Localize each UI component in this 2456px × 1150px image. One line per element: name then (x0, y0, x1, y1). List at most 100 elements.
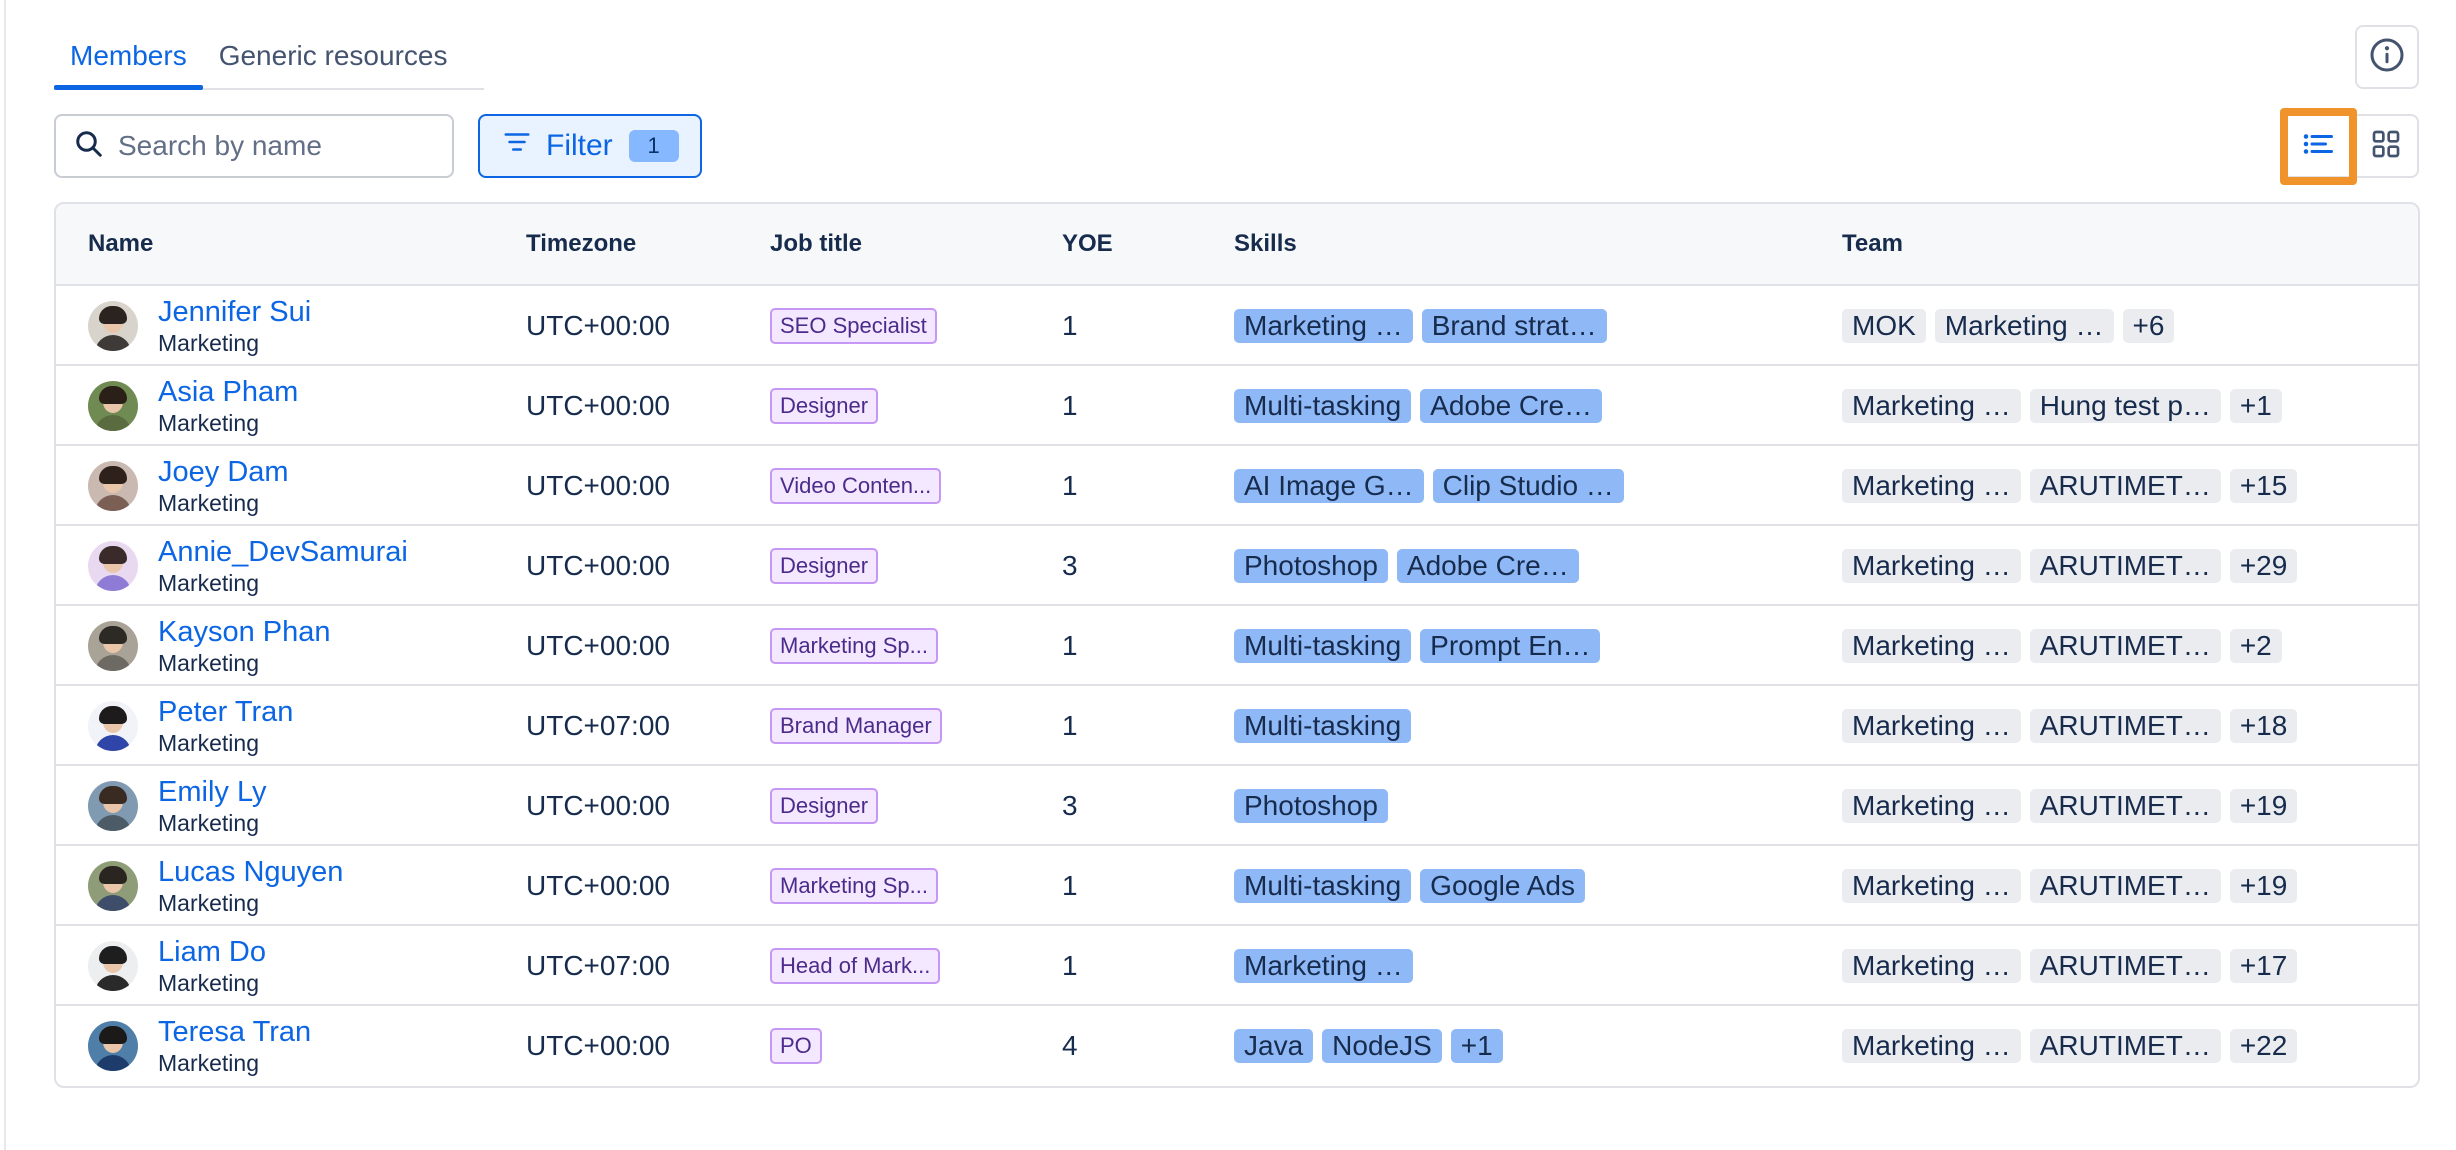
skill-tag[interactable]: Google Ads (1420, 869, 1585, 903)
header-timezone[interactable]: Timezone (526, 204, 636, 284)
team-tag[interactable]: Marketing … (1842, 1029, 2021, 1063)
team-tag[interactable]: Marketing … (1842, 629, 2021, 663)
info-button[interactable] (2355, 25, 2419, 89)
avatar[interactable] (88, 461, 138, 511)
grid-view-button[interactable] (2352, 116, 2420, 176)
table-row[interactable]: Joey Dam Marketing UTC+00:00 Video Conten..… (56, 446, 2418, 526)
job-title-tag: Head of Mark... (770, 948, 941, 984)
member-name-link[interactable]: Peter Tran (158, 695, 293, 729)
team-tag[interactable]: ARUTIMET… (2029, 1029, 2221, 1063)
member-department: Marketing (158, 810, 259, 836)
team-tag[interactable]: Marketing … (1842, 869, 2021, 903)
team-tag[interactable]: Marketing … (1842, 469, 2021, 503)
search-box[interactable] (54, 114, 454, 178)
panel-divider (4, 0, 6, 1150)
table-row[interactable]: Teresa Tran Marketing UTC+00:00 PO 4 Java Node… (56, 1006, 2418, 1086)
team-tag[interactable]: +29 (2229, 549, 2298, 583)
avatar[interactable] (88, 1021, 138, 1071)
member-name-link[interactable]: Jennifer Sui (158, 295, 311, 329)
table-row[interactable]: Liam Do Marketing UTC+07:00 Head of Mark...… (56, 926, 2418, 1006)
team-tag[interactable]: +19 (2229, 789, 2298, 823)
team-tag[interactable]: +1 (2229, 389, 2282, 423)
name-stack: Liam Do Marketing (158, 935, 266, 997)
skill-tag[interactable]: Java (1234, 1029, 1314, 1063)
team-tag[interactable]: ARUTIMET… (2029, 629, 2221, 663)
member-name-link[interactable]: Joey Dam (158, 455, 289, 489)
team-tag[interactable]: +17 (2229, 949, 2298, 983)
team-tag[interactable]: Marketing … (1842, 709, 2021, 743)
team-tag[interactable]: +15 (2229, 469, 2298, 503)
team-tag[interactable]: ARUTIMET… (2029, 789, 2221, 823)
team-tag[interactable]: Marketing … (1842, 389, 2021, 423)
avatar[interactable] (88, 301, 138, 351)
avatar[interactable] (88, 941, 138, 991)
table-row[interactable]: Asia Pham Marketing UTC+00:00 Designer 1 Mult… (56, 366, 2418, 446)
avatar[interactable] (88, 541, 138, 591)
table-row[interactable]: Emily Ly Marketing UTC+00:00 Designer 3 Photo… (56, 766, 2418, 846)
skill-tag[interactable]: Multi-tasking (1234, 629, 1412, 663)
team-tag[interactable]: Hung test p… (2029, 389, 2221, 423)
header-job-title[interactable]: Job title (770, 204, 862, 284)
team-tag[interactable]: ARUTIMET… (2029, 949, 2221, 983)
skill-tag[interactable]: Multi-tasking (1234, 389, 1412, 423)
skill-tag[interactable]: +1 (1450, 1029, 1503, 1063)
member-name-link[interactable]: Teresa Tran (158, 1015, 311, 1049)
team-tag[interactable]: +22 (2229, 1029, 2298, 1063)
team-tag[interactable]: ARUTIMET… (2029, 549, 2221, 583)
job-title-tag: Video Conten... (770, 468, 942, 504)
skill-tag[interactable]: Multi-tasking (1234, 709, 1412, 743)
header-skills[interactable]: Skills (1234, 204, 1297, 284)
team-tag[interactable]: Marketing … (1842, 549, 2021, 583)
member-name-link[interactable]: Lucas Nguyen (158, 855, 343, 889)
avatar[interactable] (88, 861, 138, 911)
skill-tag[interactable]: Clip Studio … (1432, 469, 1624, 503)
team-tag[interactable]: Marketing … (1842, 949, 2021, 983)
skill-tag[interactable]: AI Image G… (1234, 469, 1424, 503)
skill-tag[interactable]: Photoshop (1234, 549, 1388, 583)
member-name-link[interactable]: Annie_DevSamurai (158, 535, 408, 569)
member-name-link[interactable]: Emily Ly (158, 775, 267, 809)
skill-tag[interactable]: Photoshop (1234, 789, 1388, 823)
skill-tag[interactable]: NodeJS (1322, 1029, 1442, 1063)
avatar[interactable] (88, 621, 138, 671)
name-cell: Teresa Tran Marketing (88, 1006, 311, 1086)
filter-button[interactable]: Filter 1 (478, 114, 702, 178)
table-row[interactable]: Peter Tran Marketing UTC+07:00 Brand Manage… (56, 686, 2418, 766)
table-row[interactable]: Lucas Nguyen Marketing UTC+00:00 Marketing … (56, 846, 2418, 926)
team-tag[interactable]: ARUTIMET… (2029, 869, 2221, 903)
skill-tag[interactable]: Marketing … (1234, 949, 1413, 983)
list-view-button[interactable] (2284, 116, 2352, 176)
skill-tag[interactable]: Adobe Cre… (1420, 389, 1603, 423)
skill-tag[interactable]: Adobe Cre… (1396, 549, 1579, 583)
table-row[interactable]: Kayson Phan Marketing UTC+00:00 Marketing S… (56, 606, 2418, 686)
member-name-link[interactable]: Asia Pham (158, 375, 298, 409)
header-yoe[interactable]: YOE (1062, 204, 1113, 284)
member-department: Marketing (158, 650, 259, 676)
skill-tag[interactable]: Marketing … (1234, 309, 1413, 343)
avatar[interactable] (88, 381, 138, 431)
team-tag[interactable]: ARUTIMET… (2029, 469, 2221, 503)
member-name-link[interactable]: Kayson Phan (158, 615, 331, 649)
member-name-link[interactable]: Liam Do (158, 935, 266, 969)
team-tag[interactable]: ARUTIMET… (2029, 709, 2221, 743)
avatar[interactable] (88, 701, 138, 751)
team-tag[interactable]: +2 (2229, 629, 2282, 663)
team-tag[interactable]: Marketing … (1934, 309, 2114, 343)
avatar[interactable] (88, 781, 138, 831)
header-name[interactable]: Name (88, 204, 153, 284)
tab-members[interactable]: Members (54, 28, 203, 90)
skill-tag[interactable]: Prompt En… (1420, 629, 1601, 663)
team-tag[interactable]: +18 (2229, 709, 2298, 743)
search-input[interactable] (118, 130, 438, 162)
team-tag[interactable]: +6 (2122, 309, 2175, 343)
tab-generic-resources[interactable]: Generic resources (203, 28, 464, 88)
skill-tag[interactable]: Brand strat… (1421, 309, 1607, 343)
team-tag[interactable]: MOK (1842, 309, 1926, 343)
table-row[interactable]: Jennifer Sui Marketing UTC+00:00 SEO Specia… (56, 286, 2418, 366)
team-tag[interactable]: +19 (2229, 869, 2298, 903)
skill-tag[interactable]: Multi-tasking (1234, 869, 1412, 903)
table-row[interactable]: Annie_DevSamurai Marketing UTC+00:00 Design… (56, 526, 2418, 606)
team-tag[interactable]: Marketing … (1842, 789, 2021, 823)
name-cell: Lucas Nguyen Marketing (88, 846, 343, 926)
header-team[interactable]: Team (1842, 204, 1903, 284)
